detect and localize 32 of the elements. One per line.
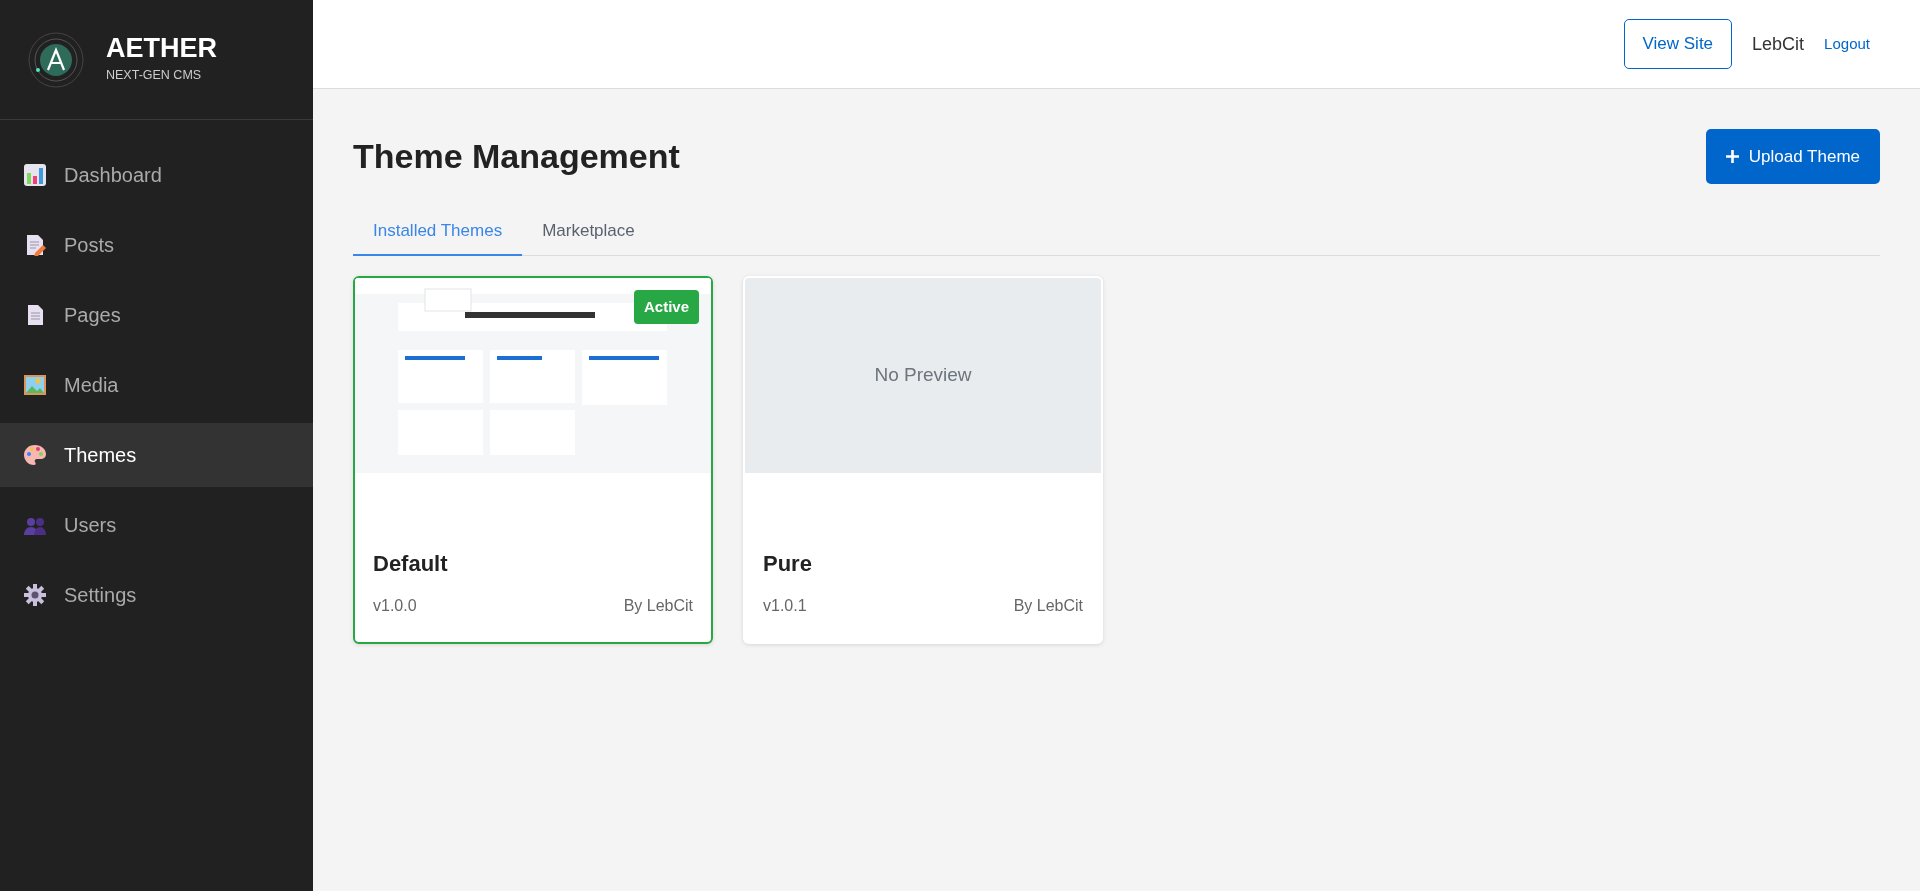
brand-name: AETHER [106,34,217,62]
sidebar-item[interactable]: Posts [0,213,313,277]
sidebar-item[interactable]: Dashboard [0,143,313,207]
tab[interactable]: Marketplace [522,210,655,256]
active-badge: Active [633,289,699,324]
sidebar-item[interactable]: Themes [0,423,313,487]
logout-link[interactable]: Logout [1824,32,1870,56]
theme-author: By LebCit [623,595,693,616]
document-pencil-icon [24,234,46,256]
theme-name: Default [373,549,449,578]
theme-name: Pure [763,549,813,578]
sidebar-item[interactable]: Pages [0,283,313,347]
upload-theme-button[interactable]: Upload Theme [1705,129,1880,184]
plus-icon [1725,150,1739,163]
logo-icon [28,31,84,88]
theme-card[interactable]: No Preview Pure v1.0.1 By LebCit [743,275,1103,644]
theme-card[interactable]: Active Default v1.0.0 By LebCit [353,275,713,644]
sidebar-item[interactable]: Users [0,493,313,557]
theme-author: By LebCit [1013,595,1083,616]
palette-icon [24,444,46,466]
brand-tagline: NEXT-GEN CMS [106,66,203,84]
bar-chart-icon [24,164,46,186]
view-site-button[interactable]: View Site [1623,19,1733,69]
framed-picture-icon [24,374,46,396]
theme-version: v1.0.1 [763,595,807,616]
sidebar-item[interactable]: Settings [0,563,313,627]
sidebar-item[interactable]: Media [0,353,313,417]
user-name: LebCit [1752,32,1805,56]
no-preview-text: No Preview [874,362,972,387]
page-title: Theme Management [353,136,680,177]
settings-icon [24,584,46,606]
theme-version: v1.0.0 [373,595,417,616]
